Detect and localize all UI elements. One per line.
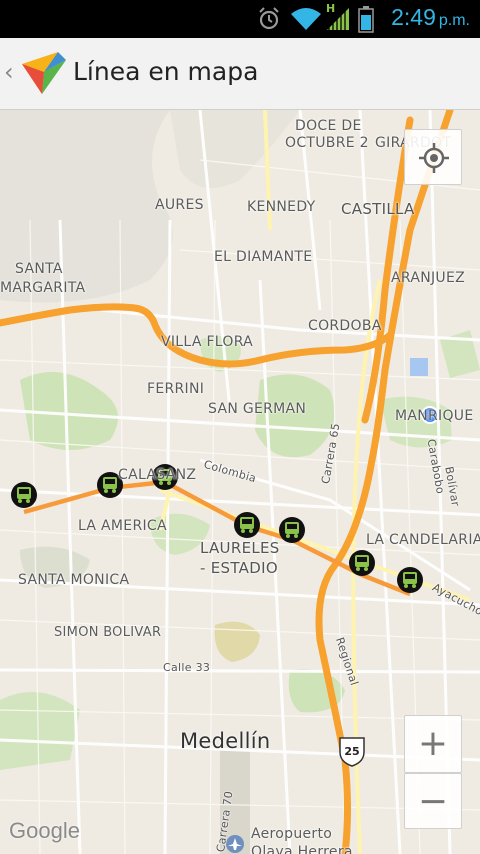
map-label: SAN GERMAN	[208, 401, 307, 417]
battery-icon	[358, 6, 374, 33]
status-clock: 2:49 p.m.	[391, 4, 470, 31]
action-bar: ‹ Línea en mapa	[0, 38, 480, 110]
airport-label: Aeropuerto	[251, 826, 333, 842]
clock-time: 2:49	[391, 4, 436, 30]
map-label: CALASANZ	[118, 467, 197, 483]
map-label: EL DIAMANTE	[214, 249, 313, 265]
up-navigation-button[interactable]: ‹	[0, 38, 72, 110]
bus-stop-marker[interactable]	[234, 512, 260, 538]
street-label: Calle 33	[163, 661, 211, 674]
status-bar: H 2:49 p.m.	[0, 0, 480, 38]
bus-stop-marker[interactable]	[11, 482, 37, 508]
map-label: AURES	[155, 197, 204, 213]
map-label: KENNEDY	[247, 199, 316, 215]
clock-ampm: p.m.	[438, 12, 470, 29]
bus-stop-marker[interactable]	[397, 567, 423, 593]
map-label: SANTA MONICA	[18, 572, 130, 588]
google-attribution-logo[interactable]: Google	[9, 818, 80, 844]
highway-shield-icon: 25	[339, 737, 365, 767]
cell-signal-icon	[327, 8, 349, 30]
map-label: LAURELES	[200, 539, 280, 557]
zoom-in-button[interactable]: +	[404, 715, 462, 773]
screen-title: Línea en mapa	[73, 57, 259, 86]
crosshair-icon	[419, 143, 449, 173]
my-location-button[interactable]	[404, 129, 462, 185]
map-label: SANTA	[15, 261, 63, 277]
map-label: SIMON BOLIVAR	[54, 625, 162, 640]
plus-icon: +	[417, 723, 449, 764]
airport-label: Olaya Herrera	[251, 844, 353, 854]
alarm-clock-icon	[259, 7, 279, 30]
map-label: VILLA FLORA	[161, 334, 254, 350]
map-label: LA CANDELARIA	[366, 532, 480, 548]
minus-icon: −	[417, 781, 449, 822]
zoom-out-button[interactable]: −	[404, 773, 462, 829]
map-label: OCTUBRE 2	[285, 135, 369, 151]
bus-stop-marker[interactable]	[279, 517, 305, 543]
map-label: CORDOBA	[308, 318, 382, 334]
map-label: MARGARITA	[0, 280, 86, 296]
map-label: - ESTADIO	[200, 559, 278, 577]
city-label: Medellín	[180, 729, 271, 753]
map-label: DOCE DE	[295, 118, 362, 134]
map-label: ARANJUEZ	[391, 270, 465, 286]
map-view[interactable]: 25 DOCE DE OCTUBRE 2 GIRARDOT AURES KENN…	[0, 110, 480, 854]
highway-shield-number: 25	[344, 745, 359, 758]
bus-stop-marker[interactable]	[349, 550, 375, 576]
map-label: CASTILLA	[341, 200, 415, 218]
map-label: MANRIQUE	[395, 408, 474, 424]
app-logo-icon	[22, 52, 66, 94]
wifi-icon	[291, 8, 321, 30]
map-label: LA AMERICA	[78, 518, 167, 534]
up-caret-icon: ‹	[4, 58, 14, 86]
map-label: FERRINI	[147, 381, 205, 397]
